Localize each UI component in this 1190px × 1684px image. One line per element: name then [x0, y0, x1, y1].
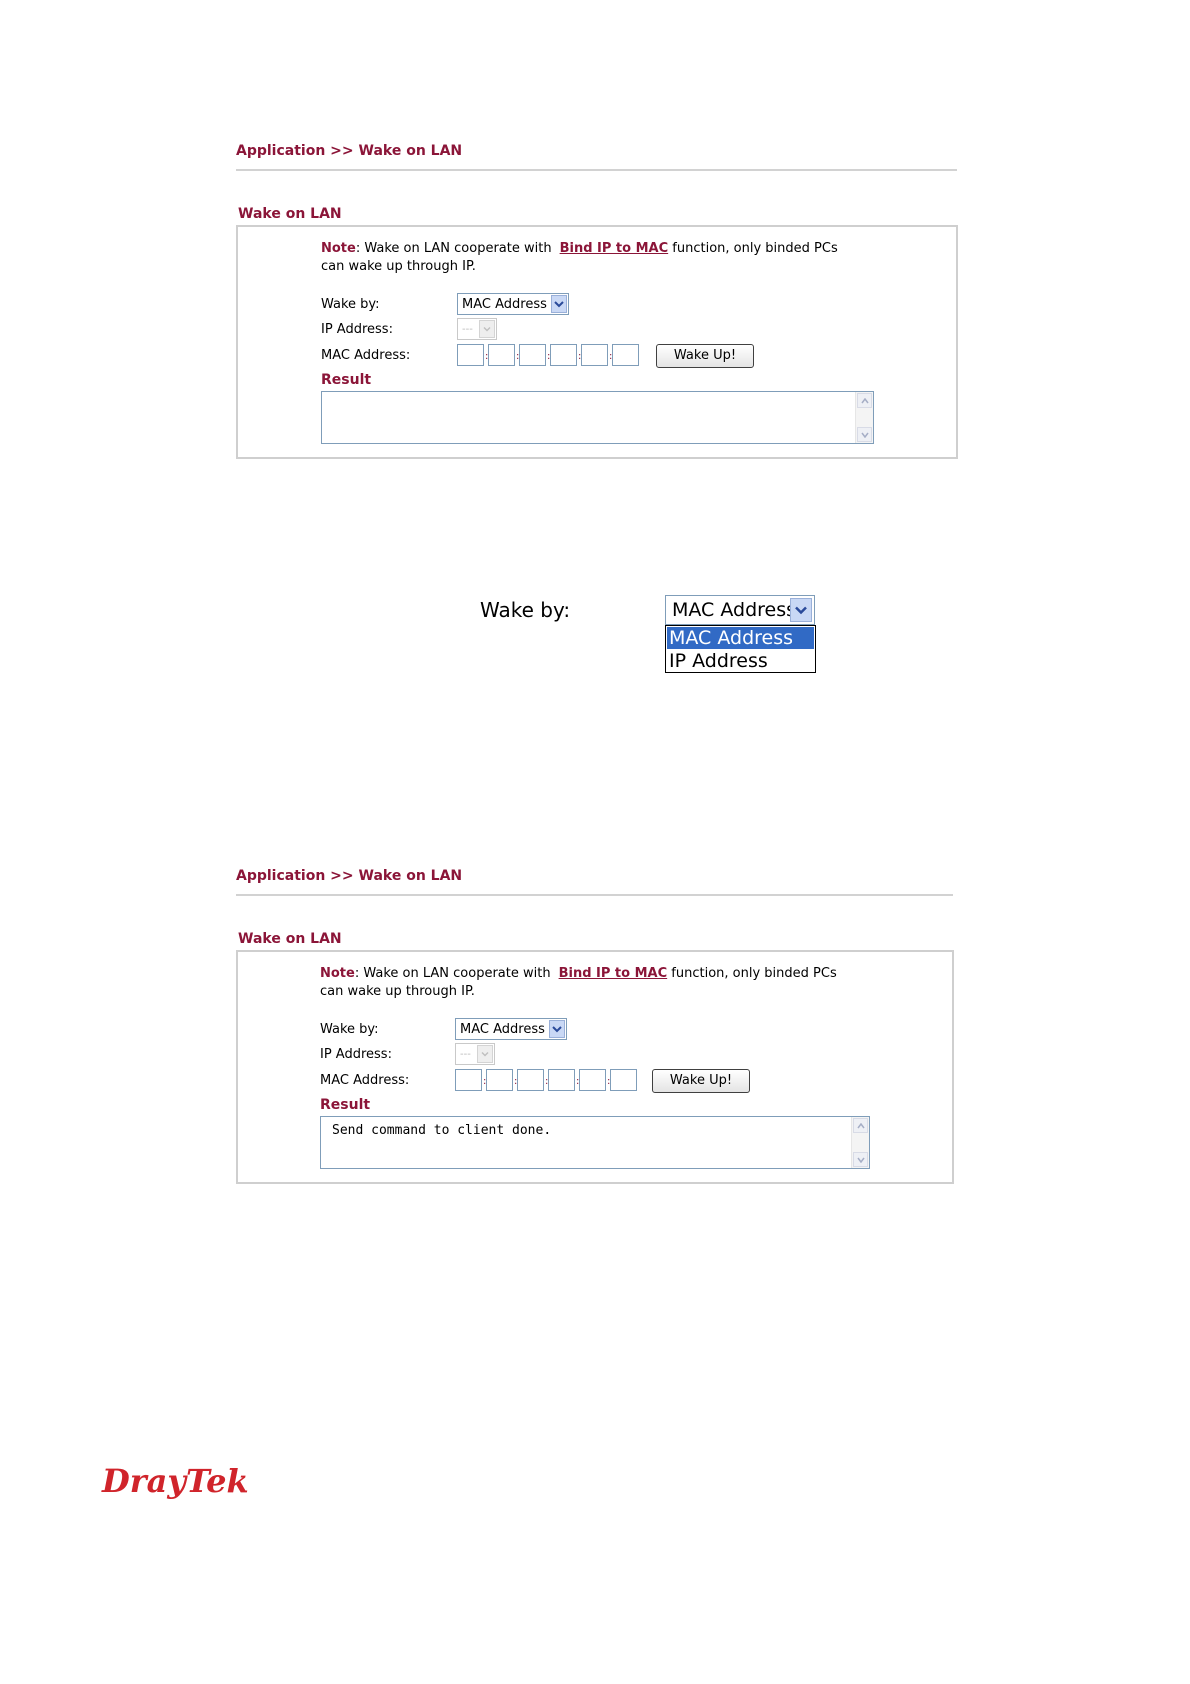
draytek-logo: DrayTek	[102, 1462, 249, 1500]
breadcrumb: Application >> Wake on LAN	[236, 868, 463, 884]
mac-address-label: MAC Address:	[321, 348, 411, 363]
option-mac-address[interactable]: MAC Address	[667, 627, 814, 649]
mac-octet-5[interactable]	[579, 1069, 606, 1091]
result-textarea[interactable]: Send command to client done.	[320, 1116, 870, 1169]
mac-octet-1[interactable]	[455, 1069, 482, 1091]
result-scrollbar[interactable]	[855, 392, 873, 443]
section-title: Wake on LAN	[238, 931, 342, 947]
wake-by-label: Wake by:	[321, 297, 380, 312]
result-label: Result	[320, 1097, 371, 1113]
chevron-down-icon	[477, 1045, 493, 1063]
note: Note: Wake on LAN cooperate with Bind IP …	[320, 965, 837, 1001]
bind-ip-to-mac-link[interactable]: Bind IP to MAC	[559, 966, 668, 981]
divider	[236, 169, 957, 171]
scroll-down-arrow-icon[interactable]	[853, 1152, 868, 1167]
divider	[236, 894, 953, 896]
note-label: Note	[321, 241, 356, 256]
option-ip-address[interactable]: IP Address	[667, 650, 814, 672]
wake-by-zoom-select[interactable]: MAC Address	[665, 595, 815, 625]
scroll-up-arrow-icon[interactable]	[853, 1118, 868, 1133]
ip-address-value: ---	[462, 324, 473, 335]
scroll-down-arrow-icon[interactable]	[857, 427, 872, 442]
mac-octet-6[interactable]	[610, 1069, 637, 1091]
mac-address-fields: : : : : :	[457, 344, 642, 368]
chevron-down-icon	[479, 320, 495, 338]
bind-ip-to-mac-link[interactable]: Bind IP to MAC	[560, 241, 669, 256]
wake-by-zoom-label: Wake by:	[480, 598, 571, 622]
mac-address-fields: : : : : :	[455, 1069, 640, 1093]
form-box: Note: Wake on LAN cooperate with Bind IP …	[236, 950, 954, 1184]
result-label: Result	[321, 372, 372, 388]
wake-on-lan-panel-2: Application >> Wake on LAN Wake on LAN N…	[236, 868, 954, 1184]
wake-on-lan-panel-1: Application >> Wake on LAN Wake on LAN N…	[236, 143, 958, 459]
wake-up-button[interactable]: Wake Up!	[652, 1069, 750, 1093]
note-line2: can wake up through IP.	[320, 984, 475, 999]
mac-octet-6[interactable]	[612, 344, 639, 366]
wake-by-value: MAC Address	[460, 1022, 545, 1037]
chevron-down-icon[interactable]	[551, 295, 567, 313]
mac-octet-3[interactable]	[517, 1069, 544, 1091]
ip-address-label: IP Address:	[321, 322, 393, 337]
wake-by-value: MAC Address	[462, 297, 547, 312]
form-box: Note: Wake on LAN cooperate with Bind IP …	[236, 225, 958, 459]
note: Note: Wake on LAN cooperate with Bind IP …	[321, 240, 838, 276]
chevron-down-icon[interactable]	[790, 598, 812, 622]
result-text: Send command to client done.	[332, 1123, 552, 1138]
mac-octet-4[interactable]	[550, 344, 577, 366]
wake-by-select[interactable]: MAC Address	[455, 1018, 567, 1040]
ip-address-value: ---	[460, 1049, 471, 1060]
breadcrumb: Application >> Wake on LAN	[236, 143, 463, 159]
ip-address-select[interactable]: ---	[457, 318, 497, 340]
wake-by-zoom-value: MAC Address	[672, 599, 797, 621]
note-text: : Wake on LAN cooperate with	[354, 966, 551, 981]
mac-octet-2[interactable]	[486, 1069, 513, 1091]
wake-by-select[interactable]: MAC Address	[457, 293, 569, 315]
mac-octet-4[interactable]	[548, 1069, 575, 1091]
ip-address-select[interactable]: ---	[455, 1043, 495, 1065]
note-line2: can wake up through IP.	[321, 259, 476, 274]
note-text-after: function, only binded PCs	[672, 241, 838, 256]
ip-address-label: IP Address:	[320, 1047, 392, 1062]
mac-octet-1[interactable]	[457, 344, 484, 366]
note-text: : Wake on LAN cooperate with	[355, 241, 552, 256]
wake-by-label: Wake by:	[320, 1022, 379, 1037]
scroll-up-arrow-icon[interactable]	[857, 393, 872, 408]
wake-up-button[interactable]: Wake Up!	[656, 344, 754, 368]
wake-by-options-list: MAC Address IP Address	[665, 625, 816, 673]
note-text-after: function, only binded PCs	[671, 966, 837, 981]
chevron-down-icon[interactable]	[549, 1020, 565, 1038]
result-textarea[interactable]	[321, 391, 874, 444]
mac-octet-2[interactable]	[488, 344, 515, 366]
note-label: Note	[320, 966, 355, 981]
result-scrollbar[interactable]	[851, 1117, 869, 1168]
mac-address-label: MAC Address:	[320, 1073, 410, 1088]
mac-octet-5[interactable]	[581, 344, 608, 366]
section-title: Wake on LAN	[238, 206, 342, 222]
mac-octet-3[interactable]	[519, 344, 546, 366]
